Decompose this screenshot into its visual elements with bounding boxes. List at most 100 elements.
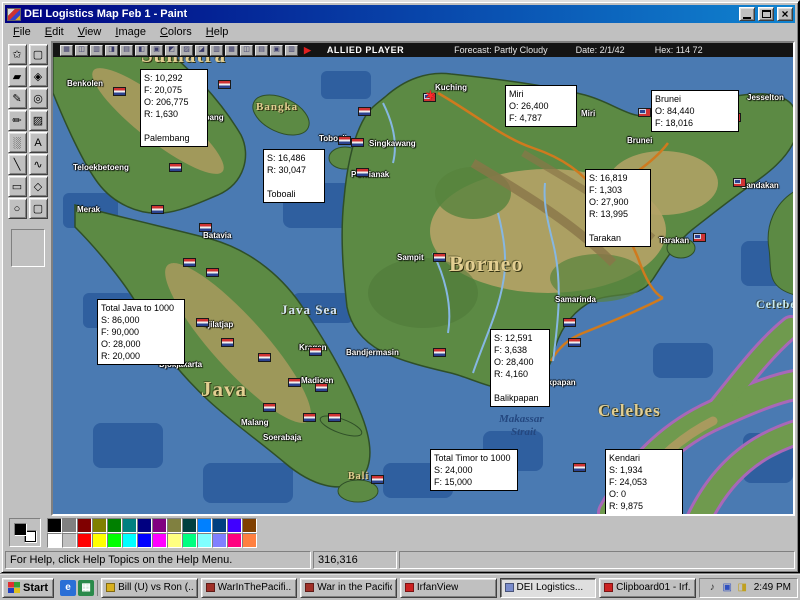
tool-fill[interactable]: ◈ xyxy=(28,66,48,87)
color-swatch[interactable] xyxy=(227,532,242,548)
menu-image[interactable]: Image xyxy=(108,24,153,40)
tool-rectangle[interactable]: ▭ xyxy=(7,176,27,197)
game-date-label: Date: 2/1/42 xyxy=(575,44,625,55)
dutch-flag-icon xyxy=(258,353,271,362)
color-swatch[interactable] xyxy=(242,517,257,533)
color-swatch[interactable] xyxy=(227,517,242,533)
minimize-button[interactable] xyxy=(739,7,755,21)
tool-brush[interactable]: ▨ xyxy=(28,110,48,131)
map-annotation-9: Kendari S: 1,934 F: 24,053 O: 0 R: 9,875 xyxy=(605,449,683,514)
dutch-flag-icon xyxy=(263,403,276,412)
tool-ellipse[interactable]: ○ xyxy=(7,198,27,219)
taskbar-item-bill-u-vs-ron[interactable]: Bill (U) vs Ron (... xyxy=(101,577,198,598)
color-swatch[interactable] xyxy=(92,517,107,533)
taskbar-item-war-in-the-pacific[interactable]: War in the Pacific xyxy=(300,577,397,598)
tool-text[interactable]: A xyxy=(28,132,48,153)
tray-icons: ♪ ▣ ◨ xyxy=(706,581,749,594)
maximize-button[interactable] xyxy=(758,7,774,21)
game-toolbar-button-1: ▦ xyxy=(60,44,73,56)
color-swatch[interactable] xyxy=(137,532,152,548)
color-swatch[interactable] xyxy=(197,532,212,548)
minimize-icon xyxy=(743,16,751,19)
map-image[interactable]: ▦ ◫ ▥ ◨ ▤ ◧ ▣ ◩ ▨ ◪ ▥ ▦ ◫ ▤ ▣ ▥ ▶ ALLIED PLAYER Forecas… xyxy=(53,43,793,514)
color-swatch[interactable] xyxy=(107,517,122,533)
color-swatch[interactable] xyxy=(167,532,182,548)
tool-line[interactable]: ╲ xyxy=(7,154,27,175)
game-toolbar-button-13: ◫ xyxy=(240,44,253,56)
color-swatch[interactable] xyxy=(182,532,197,548)
close-button[interactable]: × xyxy=(777,7,793,21)
color-swatch[interactable] xyxy=(107,532,122,548)
city-label-benkolen: Benkolen xyxy=(67,79,104,88)
tool-eraser[interactable]: ▰ xyxy=(7,66,27,87)
start-button[interactable]: Start xyxy=(2,577,55,598)
taskbar: Start e ▦ Bill (U) vs Ron (... WarInThePac… xyxy=(0,574,800,600)
tool-airbrush[interactable]: ░ xyxy=(7,132,27,153)
tool-magnifier[interactable]: ◎ xyxy=(28,88,48,109)
taskbar-item-clipboard01-irf[interactable]: Clipboard01 - Irf... xyxy=(599,577,696,598)
dutch-flag-icon xyxy=(315,383,328,392)
status-extra-panel xyxy=(399,551,795,569)
taskbar-clock: 2:49 PM xyxy=(753,582,791,593)
city-label-kuching: Kuching xyxy=(435,83,467,92)
display-settings-icon[interactable]: ▣ xyxy=(721,581,734,594)
tool-free-select[interactable]: ✩ xyxy=(7,44,27,65)
color-swatch[interactable] xyxy=(152,532,167,548)
game-toolbar-button-9: ▨ xyxy=(180,44,193,56)
region-label-celebes: Celebes xyxy=(598,401,661,420)
dutch-flag-icon xyxy=(573,463,586,472)
dutch-flag-icon xyxy=(199,223,212,232)
system-tray: ♪ ▣ ◨ 2:49 PM xyxy=(698,577,798,598)
dutch-flag-icon xyxy=(309,347,322,356)
tool-rounded-rectangle[interactable]: ▢ xyxy=(28,198,48,219)
color-swatch[interactable] xyxy=(182,517,197,533)
color-swatch[interactable] xyxy=(77,532,92,548)
tool-options-box[interactable] xyxy=(11,229,45,267)
paint-app-icon[interactable] xyxy=(7,7,21,21)
menu-colors[interactable]: Colors xyxy=(153,24,199,40)
internet-explorer-icon[interactable]: e xyxy=(60,579,77,596)
game-toolbar-button-4: ◨ xyxy=(105,44,118,56)
color-swatch[interactable] xyxy=(122,532,137,548)
taskbar-item-dei-logistics[interactable]: DEI Logistics... xyxy=(499,577,597,598)
tool-color-picker[interactable]: ✎ xyxy=(7,88,27,109)
color-swatch[interactable] xyxy=(242,532,257,548)
volume-icon[interactable]: ♪ xyxy=(706,581,719,594)
color-swatch[interactable] xyxy=(77,517,92,533)
canvas-area[interactable]: ▦ ◫ ▥ ◨ ▤ ◧ ▣ ◩ ▨ ◪ ▥ ▦ ◫ ▤ ▣ ▥ ▶ ALLIED PLAYER Forecas… xyxy=(51,41,795,516)
tool-polygon[interactable]: ◇ xyxy=(28,176,48,197)
window-title: DEI Logistics Map Feb 1 - Paint xyxy=(24,8,188,20)
color-swatch[interactable] xyxy=(197,517,212,533)
menu-file[interactable]: File xyxy=(6,24,38,40)
dutch-flag-icon xyxy=(221,338,234,347)
map-annotation-4: Brunei O: 84,440 F: 18,016 xyxy=(651,90,739,132)
tool-pencil[interactable]: ✏ xyxy=(7,110,27,131)
show-desktop-icon[interactable]: ▦ xyxy=(78,579,95,596)
color-swatch[interactable] xyxy=(62,532,77,548)
color-swatch[interactable] xyxy=(122,517,137,533)
dutch-flag-icon xyxy=(183,258,196,267)
color-swatch[interactable] xyxy=(212,532,227,548)
tool-select[interactable]: ▢ xyxy=(28,44,48,65)
tool-curve[interactable]: ∿ xyxy=(28,154,48,175)
map-annotation-2: S: 16,486 R: 30,047 Toboali xyxy=(263,149,325,203)
color-swatch[interactable] xyxy=(152,517,167,533)
menu-edit[interactable]: Edit xyxy=(38,24,71,40)
maximize-icon xyxy=(761,10,771,18)
taskbar-item-warinthepacifi[interactable]: WarInThePacifi... xyxy=(200,577,298,598)
color-swatch[interactable] xyxy=(92,532,107,548)
current-colors[interactable] xyxy=(9,518,41,547)
tv-tuner-icon[interactable]: ◨ xyxy=(736,581,749,594)
color-swatch[interactable] xyxy=(137,517,152,533)
color-swatch[interactable] xyxy=(167,517,182,533)
game-toolbar-button-11: ▥ xyxy=(210,44,223,56)
color-swatch[interactable] xyxy=(212,517,227,533)
dutch-flag-icon xyxy=(338,136,351,145)
menu-view[interactable]: View xyxy=(71,24,109,40)
menu-help[interactable]: Help xyxy=(199,24,236,40)
taskbar-item-irfanview[interactable]: IrfanView xyxy=(399,577,497,598)
color-swatch[interactable] xyxy=(62,517,77,533)
color-swatch[interactable] xyxy=(47,532,62,548)
app-window-icon xyxy=(106,583,116,592)
color-swatch[interactable] xyxy=(47,517,62,533)
